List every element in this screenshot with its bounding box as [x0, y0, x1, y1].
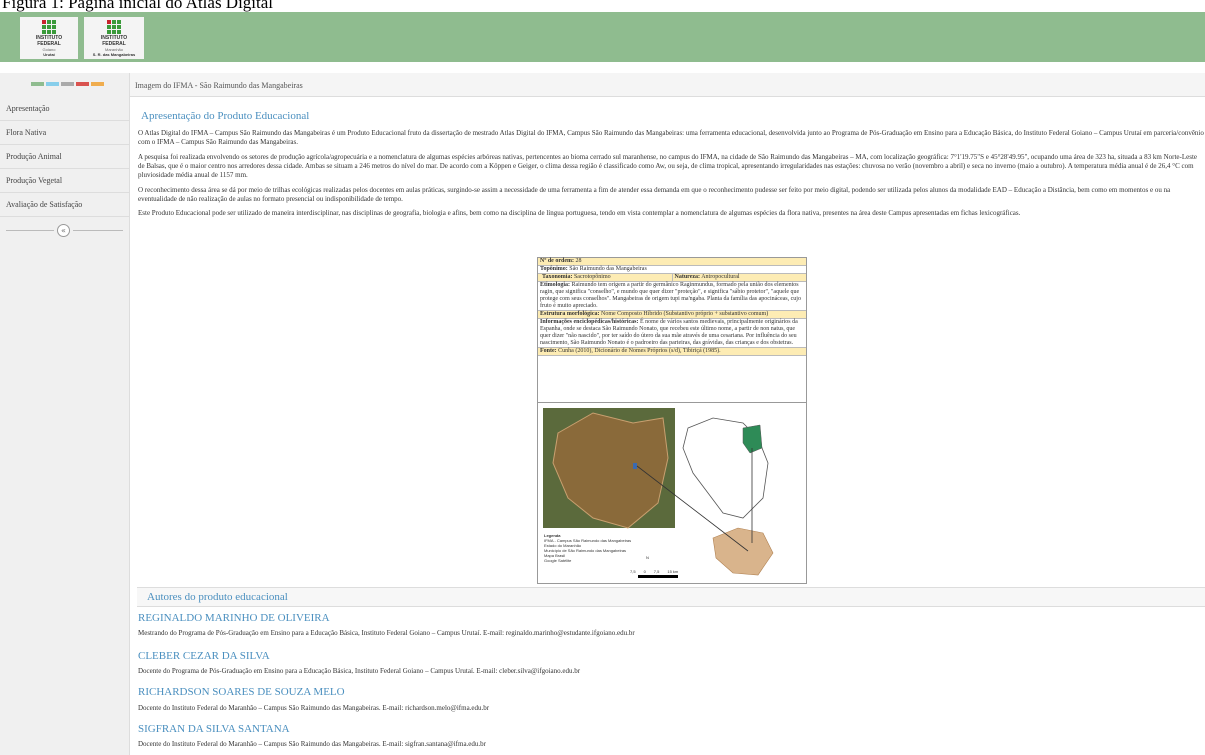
- chevron-left-icon[interactable]: «: [57, 224, 70, 237]
- legend-item: Google Satélite: [544, 558, 572, 563]
- page-title: Apresentação do Produto Educacional: [141, 110, 310, 122]
- logo-text-4: Urutaí: [43, 52, 55, 57]
- figure-caption: Figura 1: Página inicial do Atlas Digita…: [2, 0, 274, 12]
- site-header: INSTITUTO FEDERAL Goiano Urutaí INSTITUT…: [0, 12, 1205, 62]
- paragraph: A pesquisa foi realizada envolvendo os s…: [138, 153, 1197, 179]
- card-row-estrutura: Estrutura morfológica: Nome Composto Híb…: [538, 311, 806, 319]
- logo-if-goiano[interactable]: INSTITUTO FEDERAL Goiano Urutaí: [20, 17, 78, 59]
- color-swatch: [46, 82, 59, 86]
- scale-label: 7,5: [653, 569, 660, 574]
- sidebar-item-producao-animal[interactable]: Produção Animal: [0, 145, 130, 169]
- color-swatch: [61, 82, 74, 86]
- municipality-detail: [712, 527, 774, 576]
- paragraph: Este Produto Educacional pode ser utiliz…: [138, 209, 1021, 217]
- north-arrow-icon: N: [646, 555, 649, 560]
- institute-logo-icon: [107, 20, 121, 34]
- scale-label: 7,5: [630, 569, 636, 574]
- color-swatch: [76, 82, 89, 86]
- card-row-taxonomia: Taxonomia: Sacrotopônimo Natureza: Antro…: [538, 274, 806, 282]
- color-swatch: [91, 82, 104, 86]
- scale-label: 0: [643, 569, 646, 574]
- color-strip: [31, 82, 106, 86]
- author-desc: Docente do Programa de Pós-Graduação em …: [138, 667, 581, 675]
- divider: [6, 230, 54, 231]
- location-map: Legenda IFMA - Campus São Raimundo das M…: [537, 402, 807, 584]
- campus-marker: [633, 463, 637, 469]
- sidebar-item-producao-vegetal[interactable]: Produção Vegetal: [0, 169, 130, 193]
- scale-bar: [638, 575, 678, 578]
- card-row-ordem: Nº de ordem: 28: [538, 258, 806, 266]
- author-name: CLEBER CEZAR DA SILVA: [138, 650, 270, 662]
- author-desc: Docente do Instituto Federal do Maranhão…: [138, 740, 486, 748]
- authors-section-title: Autores do produto educacional: [137, 587, 1205, 607]
- sidebar-item-flora-nativa[interactable]: Flora Nativa: [0, 121, 130, 145]
- scale-label: 15 km: [667, 569, 679, 574]
- logo-ifma[interactable]: INSTITUTO FEDERAL Maranhão S. R. das Man…: [84, 17, 144, 59]
- map-legend: Legenda IFMA - Campus São Raimundo das M…: [544, 533, 631, 563]
- sidebar-item-avaliacao[interactable]: Avaliação de Satisfação: [0, 193, 130, 217]
- author-desc: Docente do Instituto Federal do Maranhão…: [138, 704, 490, 712]
- top-bar: Imagem do IFMA - São Raimundo das Mangab…: [130, 73, 1205, 97]
- card-row-toponimo: Topônimo: São Raimundo das Mangabeiras: [538, 266, 806, 274]
- author-name: SIGFRAN DA SILVA SANTANA: [138, 723, 290, 735]
- paragraph: O reconhecimento dessa área se dá por me…: [138, 186, 1171, 203]
- scale-labels: 7,5 0 7,5 15 km: [630, 569, 678, 574]
- institute-logo-icon: [42, 20, 56, 34]
- color-swatch: [31, 82, 44, 86]
- author-desc: Mestrando do Programa de Pós-Graduação e…: [138, 629, 635, 637]
- author-name: REGINALDO MARINHO DE OLIVEIRA: [138, 612, 330, 624]
- logo-text-4: S. R. das Mangabeiras: [92, 52, 136, 57]
- card-row-etimologia: Etimologia: Raimundo tem origem a partir…: [538, 282, 806, 311]
- card-row-fonte: Fonte: Cunha (2010), Dicionário de Nomes…: [538, 348, 806, 356]
- author-name: RICHARDSON SOARES DE SOUZA MELO: [138, 686, 345, 698]
- paragraph: O Atlas Digital do IFMA – Campus São Rai…: [138, 129, 1204, 146]
- divider: [73, 230, 123, 231]
- sidebar-item-apresentacao[interactable]: Apresentação: [0, 97, 130, 121]
- card-row-info: Informações enciclopédicas/históricas: É…: [538, 319, 806, 348]
